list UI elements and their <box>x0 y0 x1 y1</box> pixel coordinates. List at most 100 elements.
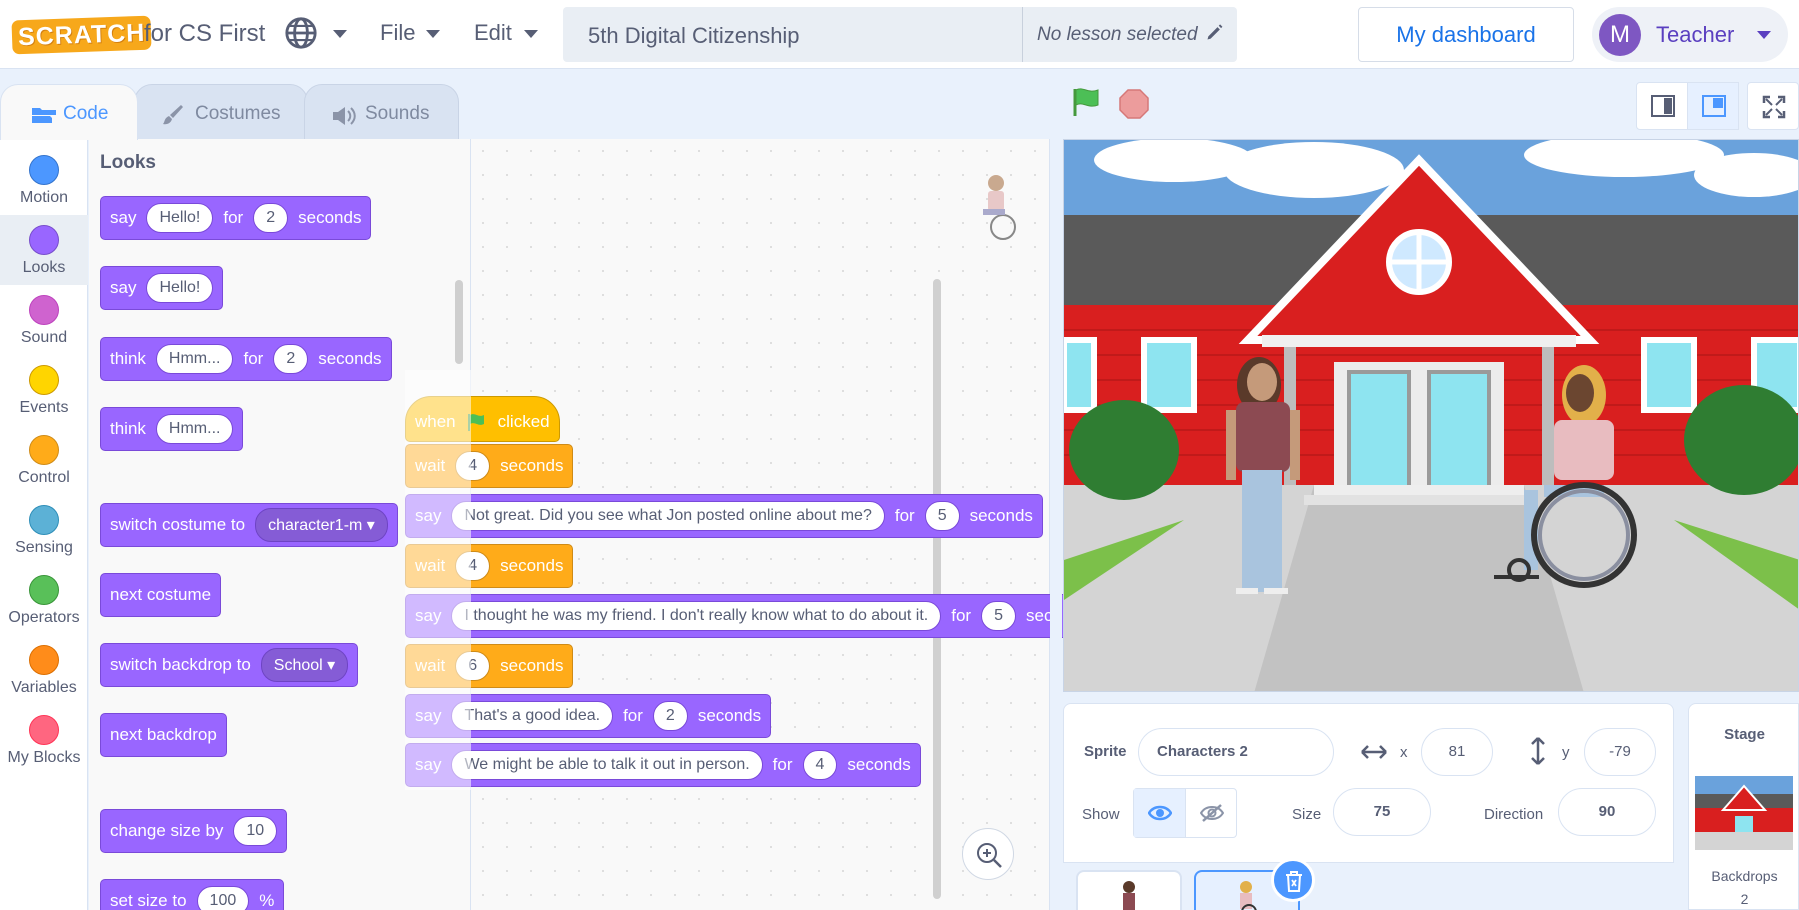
green-flag-icon <box>467 414 484 431</box>
file-menu[interactable]: File <box>380 20 415 46</box>
sprite-thumbnail-characters-1[interactable] <box>1076 870 1182 910</box>
block-input[interactable]: 2 <box>273 344 309 374</box>
sprite-thumbnail-icon <box>983 175 1016 240</box>
category-events[interactable]: Events <box>0 355 88 425</box>
y-arrows-icon <box>1531 737 1545 765</box>
say-for-block[interactable]: say Not great. Did you see what Jon poste… <box>405 494 1043 538</box>
pencil-icon[interactable] <box>1205 22 1225 42</box>
edit-menu[interactable]: Edit <box>474 20 512 46</box>
dropdown-value: character1-m <box>268 517 363 534</box>
sprite-label: Sprite <box>1084 743 1127 760</box>
block-say[interactable]: say Hello! <box>100 266 224 310</box>
category-operators[interactable]: Operators <box>0 565 88 635</box>
small-stage-button[interactable] <box>1636 82 1688 130</box>
block-text: seconds <box>298 208 362 227</box>
block-input[interactable]: Hmm... <box>155 414 234 444</box>
block-input[interactable]: 6 <box>455 651 491 681</box>
speaker-icon <box>333 107 356 125</box>
tab-costumes[interactable]: Costumes <box>134 84 308 140</box>
fullscreen-icon <box>1762 95 1786 119</box>
block-input[interactable]: 10 <box>233 816 278 846</box>
tab-code[interactable]: Code <box>0 84 138 140</box>
category-sensing[interactable]: Sensing <box>0 495 88 565</box>
say-for-block[interactable]: say We might be able to talk it out in pe… <box>405 743 921 787</box>
block-think[interactable]: think Hmm... <box>100 407 244 451</box>
palette-scrollbar[interactable] <box>455 280 463 364</box>
category-my-blocks[interactable]: My Blocks <box>0 705 88 775</box>
category-control[interactable]: Control <box>0 425 88 495</box>
say-for-block[interactable]: say That's a good idea. for 2 seconds <box>405 694 772 738</box>
say-for-block[interactable]: say I thought he was my friend. I don't r… <box>405 594 1100 638</box>
wait-block[interactable]: wait 4 seconds <box>405 544 574 588</box>
pane-divider <box>1050 139 1062 910</box>
y-input[interactable]: -79 <box>1584 728 1656 776</box>
tab-costumes-label: Costumes <box>195 103 281 124</box>
block-input[interactable]: 4 <box>802 750 838 780</box>
project-title-input[interactable]: 5th Digital Citizenship <box>563 7 1023 62</box>
block-switch-costume[interactable]: switch costume to character1-m ▾ <box>100 503 398 547</box>
show-hidden-button[interactable] <box>1186 789 1238 837</box>
account-menu[interactable]: M Teacher <box>1592 7 1788 62</box>
delete-sprite-button[interactable] <box>1271 858 1315 902</box>
backdrops-count: 2 <box>1740 891 1749 907</box>
backdrop-dropdown[interactable]: School ▾ <box>260 648 349 682</box>
zoom-in-button[interactable] <box>962 828 1014 880</box>
size-input[interactable]: 75 <box>1333 788 1431 836</box>
block-set-size[interactable]: set size to 100% <box>100 879 285 910</box>
normal-stage-button[interactable] <box>1687 82 1739 130</box>
block-text: say <box>415 706 442 725</box>
account-caret-icon[interactable] <box>1757 31 1771 39</box>
stage[interactable] <box>1063 139 1799 692</box>
show-visible-button[interactable] <box>1134 789 1186 837</box>
category-sound[interactable]: Sound <box>0 285 88 355</box>
block-input[interactable]: 100 <box>196 886 250 910</box>
block-input[interactable]: 2 <box>253 203 289 233</box>
block-input[interactable]: That's a good idea. <box>451 701 614 731</box>
script-scrollbar[interactable] <box>933 279 941 899</box>
block-input[interactable]: 4 <box>455 451 491 481</box>
file-caret-icon[interactable] <box>426 30 440 38</box>
when-flag-clicked-block[interactable]: when clicked <box>405 396 560 442</box>
category-label: Events <box>19 399 69 416</box>
block-next-backdrop[interactable]: next backdrop <box>100 713 227 757</box>
block-switch-backdrop[interactable]: switch backdrop to School ▾ <box>100 643 359 687</box>
palette-section-title: Looks <box>100 152 156 173</box>
costume-dropdown[interactable]: character1-m ▾ <box>255 508 388 542</box>
block-input[interactable]: 4 <box>455 551 491 581</box>
block-input[interactable]: Hello! <box>146 273 214 303</box>
block-text: seconds <box>500 556 564 575</box>
block-input[interactable]: Hello! <box>146 203 214 233</box>
direction-input[interactable]: 90 <box>1558 788 1656 836</box>
stop-icon[interactable] <box>1118 88 1150 120</box>
category-motion[interactable]: Motion <box>0 145 88 215</box>
globe-icon[interactable] <box>284 16 318 50</box>
stage-selector-pane[interactable]: Stage Backdrops 2 <box>1688 703 1799 910</box>
block-think-for-seconds[interactable]: think Hmm... for 2 seconds <box>100 337 392 381</box>
tab-sounds[interactable]: Sounds <box>304 84 459 140</box>
x-input[interactable]: 81 <box>1421 728 1493 776</box>
block-text: for <box>623 706 643 725</box>
scratch-logo[interactable]: SCRATCH <box>11 15 152 55</box>
block-input[interactable]: We might be able to talk it out in perso… <box>451 750 763 780</box>
block-say-for-seconds[interactable]: say Hello! for 2 seconds <box>100 196 372 240</box>
my-dashboard-button[interactable]: My dashboard <box>1358 7 1574 62</box>
block-text: for <box>894 506 915 525</box>
block-text: wait <box>415 456 446 475</box>
category-looks[interactable]: Looks <box>0 215 88 285</box>
block-change-size[interactable]: change size by 10 <box>100 809 288 853</box>
language-caret-icon[interactable] <box>333 30 347 38</box>
green-flag-icon[interactable] <box>1071 86 1103 118</box>
edit-caret-icon[interactable] <box>524 30 538 38</box>
block-input[interactable]: 5 <box>981 601 1016 631</box>
block-input[interactable]: Hmm... <box>155 344 234 374</box>
sprite-name-input[interactable]: Characters 2 <box>1138 728 1334 776</box>
block-next-costume[interactable]: next costume <box>100 573 222 617</box>
fullscreen-button[interactable] <box>1747 82 1799 130</box>
block-input[interactable]: 2 <box>652 701 688 731</box>
block-input[interactable]: 5 <box>924 501 960 531</box>
wait-block[interactable]: wait 4 seconds <box>405 444 574 488</box>
category-variables[interactable]: Variables <box>0 635 88 705</box>
block-input[interactable]: I thought he was my friend. I don't real… <box>451 601 942 631</box>
wait-block[interactable]: wait 6 seconds <box>405 644 574 688</box>
block-input[interactable]: Not great. Did you see what Jon posted o… <box>451 501 885 531</box>
